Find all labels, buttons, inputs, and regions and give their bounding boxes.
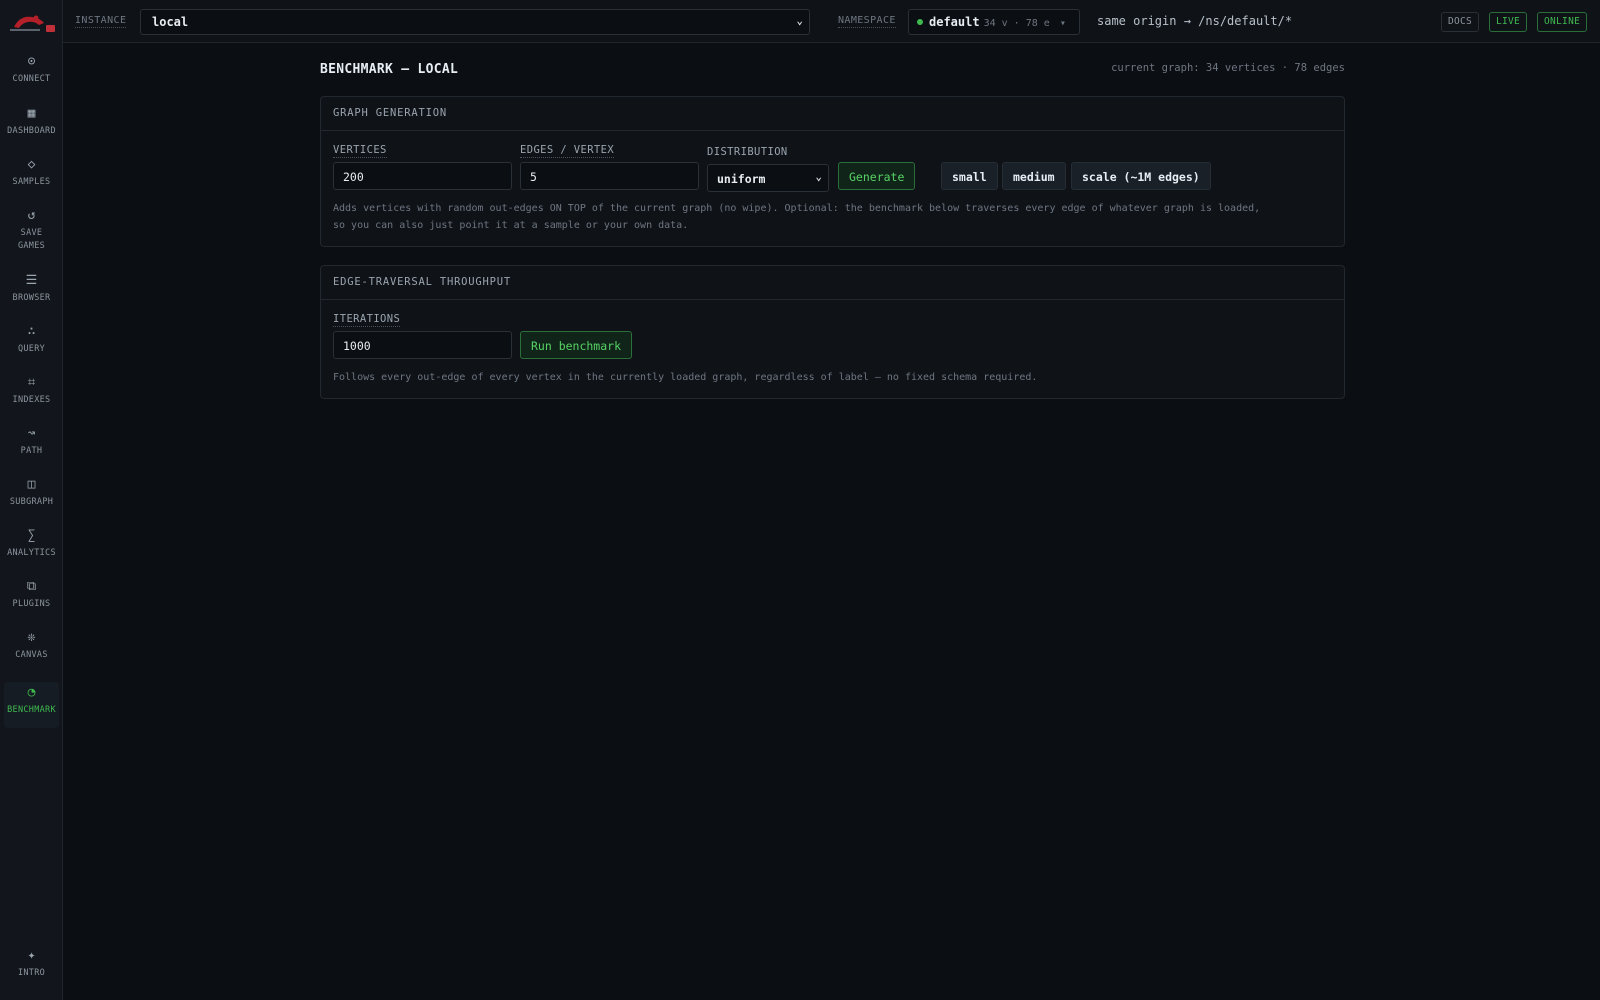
preset-scale-button[interactable]: scale (~1M edges) <box>1071 162 1211 190</box>
distribution-value: uniform <box>717 172 766 186</box>
nav-label: QUERY <box>17 344 46 354</box>
graph-generation-card: GRAPH GENERATION VERTICES 200 EDGES / VE… <box>320 96 1345 247</box>
sidebar: ⊙ CONNECT ▦ DASHBOARD ◇ SAMPLES ↺ SAVE G… <box>0 0 63 1000</box>
top-bar: INSTANCE local ⌄ NAMESPACE default 34 v ·… <box>63 0 1600 43</box>
page-title: BENCHMARK — LOCAL <box>320 62 459 77</box>
nav-indexes[interactable]: ⌗ INDEXES <box>4 376 59 407</box>
card-heading: GRAPH GENERATION <box>321 97 1344 131</box>
nav-label: BENCHMARK <box>7 705 56 715</box>
nav-canvas[interactable]: ❊ CANVAS <box>4 631 59 662</box>
docs-button[interactable]: DOCS <box>1441 12 1480 32</box>
origin-text: same origin → /ns/default/* <box>1097 14 1293 28</box>
split-box-icon: ◫ <box>27 477 36 492</box>
online-badge: ONLINE <box>1537 12 1588 32</box>
pie-icon: ◔ <box>27 685 36 700</box>
nav-label: INDEXES <box>12 395 51 405</box>
nav-analytics[interactable]: ∑ ANALYTICS <box>4 529 59 560</box>
nav-save-games[interactable]: ↺ SAVE GAMES <box>4 209 59 252</box>
nav-label: PLUGINS <box>12 599 51 609</box>
instance-value: local <box>152 15 189 29</box>
nav-browser[interactable]: ☰ BROWSER <box>4 274 59 305</box>
nav-query[interactable]: ∴ QUERY <box>4 325 59 356</box>
dots-icon: ∴ <box>27 324 36 339</box>
edges-per-vertex-label: EDGES / VERTEX <box>520 144 615 158</box>
nav-label: CONNECT <box>12 74 51 84</box>
distribution-select[interactable]: uniform ⌄ <box>707 164 829 192</box>
preset-medium-button[interactable]: medium <box>1002 162 1066 190</box>
nav-benchmark[interactable]: ◔ BENCHMARK <box>4 682 59 728</box>
nav-path[interactable]: ↝ PATH <box>4 427 59 458</box>
wave-arrow-icon: ↝ <box>27 426 36 441</box>
live-badge[interactable]: LIVE <box>1489 12 1528 32</box>
namespace-select[interactable]: default 34 v · 78 e ▾ <box>908 9 1080 35</box>
nav-connect[interactable]: ⊙ CONNECT <box>4 55 59 86</box>
namespace-counts: 34 v · 78 e <box>983 18 1050 29</box>
status-dot-icon <box>917 19 923 25</box>
nav-subgraph[interactable]: ◫ SUBGRAPH <box>4 478 59 509</box>
namespace-label: NAMESPACE <box>838 15 896 28</box>
nav-label: INTRO <box>17 968 46 978</box>
iterations-label: ITERATIONS <box>333 313 401 327</box>
caret-down-icon: ▾ <box>1053 18 1066 29</box>
throughput-note: Follows every out-edge of every vertex i… <box>333 372 1038 383</box>
grid-icon: ▦ <box>27 106 36 121</box>
sparkle-icon: ✦ <box>27 948 36 963</box>
generate-button[interactable]: Generate <box>838 162 916 190</box>
app-logo[interactable] <box>6 9 58 35</box>
flower-icon: ❊ <box>27 630 36 645</box>
stack-squares-icon: ⧉ <box>26 579 37 594</box>
nav-label: CANVAS <box>15 650 48 660</box>
nav-label: ANALYTICS <box>7 548 56 558</box>
throughput-card: EDGE-TRAVERSAL THROUGHPUT ITERATIONS 100… <box>320 265 1345 399</box>
vertices-label: VERTICES <box>333 144 387 158</box>
distribution-label: DISTRIBUTION <box>707 146 788 158</box>
frame-icon: ⌗ <box>27 375 36 390</box>
instance-select[interactable]: local ⌄ <box>140 9 810 35</box>
chevron-down-icon: ⌄ <box>815 170 822 183</box>
namespace-name: default <box>929 15 980 29</box>
nav-label: SAVE GAMES <box>17 228 46 251</box>
nav-samples[interactable]: ◇ SAMPLES <box>4 158 59 189</box>
run-benchmark-button[interactable]: Run benchmark <box>520 331 633 359</box>
iterations-input[interactable]: 1000 <box>333 331 512 359</box>
instance-label: INSTANCE <box>75 15 127 28</box>
refresh-icon: ↺ <box>27 208 36 223</box>
nav-label: DASHBOARD <box>7 126 56 136</box>
generation-note-line-1: Adds vertices with random out-edges ON T… <box>333 203 1261 214</box>
chevron-down-icon: ⌄ <box>796 14 803 27</box>
sigma-icon: ∑ <box>27 528 36 543</box>
target-icon: ⊙ <box>27 54 36 69</box>
card-heading: EDGE-TRAVERSAL THROUGHPUT <box>321 266 1344 300</box>
edges-per-vertex-input[interactable]: 5 <box>520 162 699 190</box>
nav-intro[interactable]: ✦ INTRO <box>4 949 59 980</box>
nav-plugins[interactable]: ⧉ PLUGINS <box>4 580 59 611</box>
list-icon: ☰ <box>25 273 38 288</box>
generation-note-line-2: so you can also just point it at a sampl… <box>333 220 689 231</box>
nav-label: PATH <box>20 446 43 456</box>
nav-label: BROWSER <box>12 293 51 303</box>
nav-label: SAMPLES <box>12 177 51 187</box>
nav-dashboard[interactable]: ▦ DASHBOARD <box>4 107 59 138</box>
graph-info: current graph: 34 vertices · 78 edges <box>1111 62 1345 74</box>
diamond-icon: ◇ <box>27 157 36 172</box>
nav-label: SUBGRAPH <box>9 497 54 507</box>
vertices-input[interactable]: 200 <box>333 162 512 190</box>
preset-small-button[interactable]: small <box>941 162 998 190</box>
